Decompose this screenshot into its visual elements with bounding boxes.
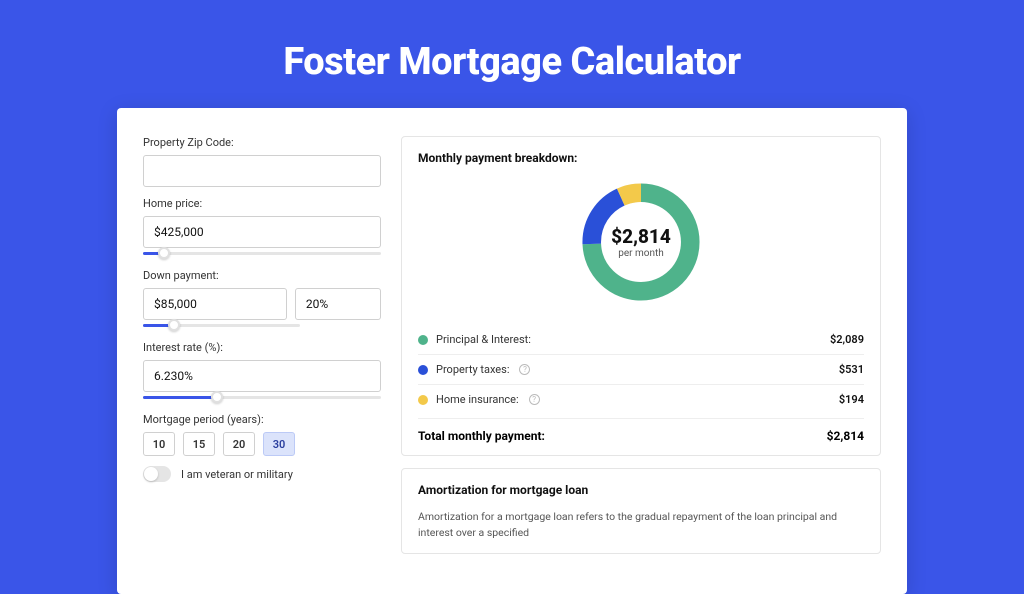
home-price-group: Home price: — [143, 197, 381, 259]
veteran-row: I am veteran or military — [143, 466, 381, 482]
down-payment-pct-input[interactable] — [295, 288, 381, 320]
home-price-slider-thumb[interactable] — [158, 247, 170, 259]
period-group: Mortgage period (years): 10 15 20 30 — [143, 413, 381, 456]
results-panel: Monthly payment breakdown: $2,814 per mo… — [401, 136, 881, 566]
zip-group: Property Zip Code: — [143, 136, 381, 187]
legend-row: Principal & Interest: $2,089 — [418, 325, 864, 355]
veteran-toggle[interactable] — [143, 466, 171, 482]
help-icon[interactable]: ? — [529, 394, 540, 405]
legend-label: Property taxes: — [436, 363, 509, 376]
amortization-section: Amortization for mortgage loan Amortizat… — [401, 468, 881, 554]
donut-wrap: $2,814 per month — [418, 177, 864, 307]
rate-slider-thumb[interactable] — [211, 391, 223, 403]
breakdown-title: Monthly payment breakdown: — [418, 151, 864, 165]
legend: Principal & Interest: $2,089 Property taxe… — [418, 325, 864, 414]
amortization-text: Amortization for a mortgage loan refers … — [418, 509, 864, 541]
down-payment-input[interactable] — [143, 288, 287, 320]
legend-value: $2,089 — [830, 333, 864, 346]
help-icon[interactable]: ? — [519, 364, 530, 375]
total-value: $2,814 — [827, 429, 864, 443]
period-label: Mortgage period (years): — [143, 413, 381, 426]
legend-value: $531 — [839, 363, 864, 376]
donut-chart: $2,814 per month — [576, 177, 706, 307]
zip-label: Property Zip Code: — [143, 136, 381, 149]
period-button-30[interactable]: 30 — [263, 432, 295, 456]
zip-input[interactable] — [143, 155, 381, 187]
rate-label: Interest rate (%): — [143, 341, 381, 354]
home-price-input[interactable] — [143, 216, 381, 248]
veteran-label: I am veteran or military — [181, 468, 293, 481]
total-label: Total monthly payment: — [418, 429, 545, 443]
hero: Foster Mortgage Calculator — [0, 0, 1024, 108]
legend-value: $194 — [839, 393, 864, 406]
breakdown-section: Monthly payment breakdown: $2,814 per mo… — [401, 136, 881, 456]
rate-slider[interactable] — [143, 391, 381, 403]
legend-dot-icon — [418, 335, 428, 345]
card-wrap: Property Zip Code: Home price: Down paym… — [0, 108, 1024, 594]
donut-sub: per month — [618, 248, 664, 259]
down-payment-label: Down payment: — [143, 269, 381, 282]
down-payment-slider-thumb[interactable] — [168, 319, 180, 331]
page-title: Foster Mortgage Calculator — [0, 40, 1024, 84]
legend-dot-icon — [418, 365, 428, 375]
total-row: Total monthly payment: $2,814 — [418, 418, 864, 443]
legend-row: Home insurance:? $194 — [418, 385, 864, 414]
rate-input[interactable] — [143, 360, 381, 392]
period-buttons: 10 15 20 30 — [143, 432, 381, 456]
legend-label: Principal & Interest: — [436, 333, 531, 346]
down-payment-slider[interactable] — [143, 319, 300, 331]
period-button-20[interactable]: 20 — [223, 432, 255, 456]
period-button-10[interactable]: 10 — [143, 432, 175, 456]
form-panel: Property Zip Code: Home price: Down paym… — [143, 136, 381, 566]
home-price-label: Home price: — [143, 197, 381, 210]
legend-label: Home insurance: — [436, 393, 519, 406]
donut-amount: $2,814 — [611, 225, 671, 248]
legend-dot-icon — [418, 395, 428, 405]
period-button-15[interactable]: 15 — [183, 432, 215, 456]
amortization-title: Amortization for mortgage loan — [418, 483, 864, 497]
calculator-card: Property Zip Code: Home price: Down paym… — [117, 108, 907, 594]
rate-group: Interest rate (%): — [143, 341, 381, 403]
down-payment-group: Down payment: — [143, 269, 381, 331]
home-price-slider[interactable] — [143, 247, 381, 259]
legend-row: Property taxes:? $531 — [418, 355, 864, 385]
